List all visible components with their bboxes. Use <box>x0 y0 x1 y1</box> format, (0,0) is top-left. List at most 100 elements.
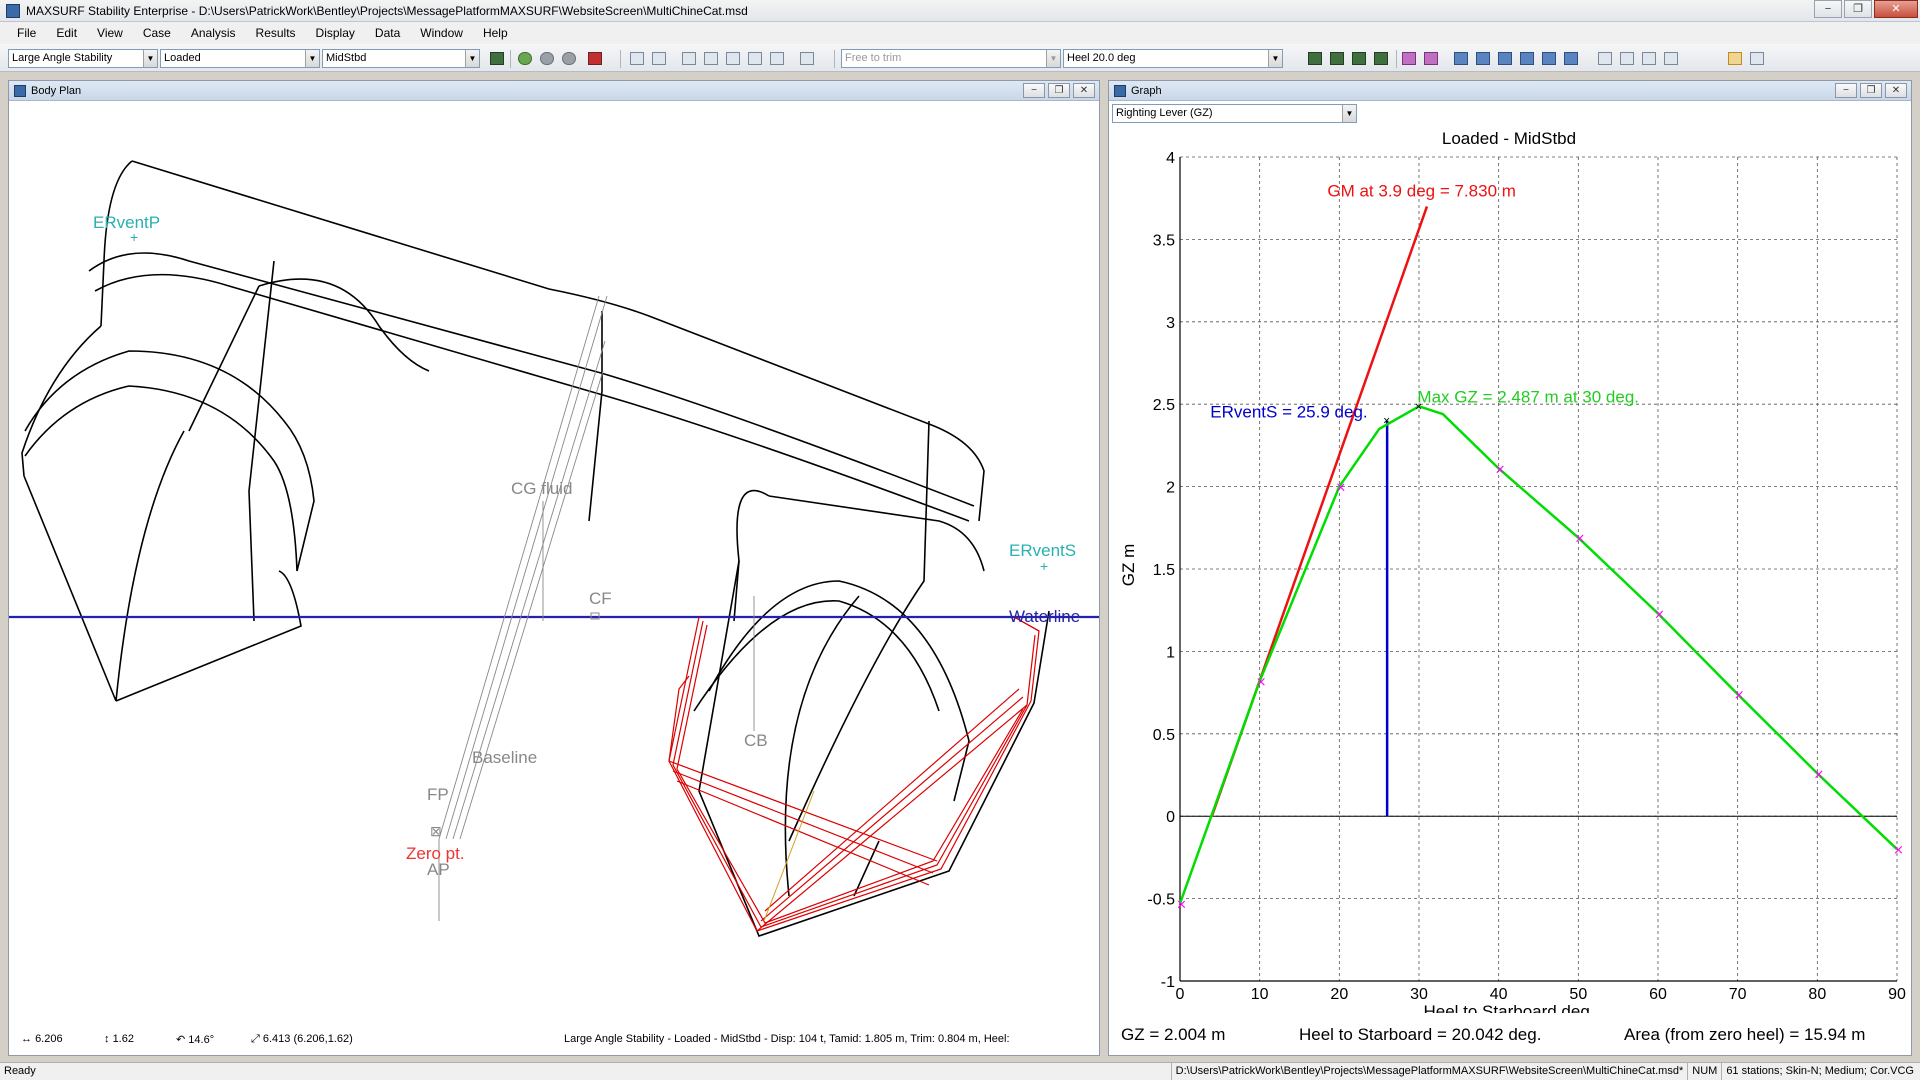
graph-window: Graph − ❐ ✕ Righting Lever (GZ) ▼ 0 10 20 30… <box>1108 80 1912 1056</box>
display-icon[interactable] <box>1564 52 1578 65</box>
status-ready: Ready <box>4 1065 36 1077</box>
graph-close-button[interactable]: ✕ <box>1885 83 1907 98</box>
minimize-button[interactable]: − <box>1814 0 1842 18</box>
rows-icon[interactable] <box>726 52 740 65</box>
view-icon[interactable] <box>1352 52 1366 65</box>
view-icon[interactable] <box>1374 52 1388 65</box>
body-plan-maximize-button[interactable]: ❐ <box>1048 83 1070 98</box>
origin-marker: ⊠ <box>430 823 442 839</box>
recalc-icon[interactable] <box>490 52 504 65</box>
angle-value: 14.6° <box>188 1034 215 1046</box>
chart-ylabel: GZ m <box>1119 544 1138 587</box>
toolbar: Large Angle Stability ▼ Loaded ▼ MidStbd ▼ … <box>0 44 1920 72</box>
angle-readout: ↶ 14.6° <box>176 1033 214 1046</box>
y-tick-label: 0 <box>1166 809 1175 826</box>
options-icon[interactable] <box>1750 52 1764 65</box>
close-button[interactable]: ✕ <box>1874 0 1918 18</box>
menu-case[interactable]: Case <box>140 24 174 42</box>
y-tick-label: 3.5 <box>1153 232 1175 249</box>
toolbar-separator <box>1396 50 1397 68</box>
y-tick-label: 2 <box>1166 480 1175 497</box>
window-icon[interactable] <box>1664 52 1678 65</box>
y-tick-label: 0.5 <box>1153 727 1175 744</box>
x-tick-label: 10 <box>1251 986 1269 1003</box>
menu-help[interactable]: Help <box>480 24 511 42</box>
body-plan-minimize-button[interactable]: − <box>1023 83 1045 98</box>
menu-bar: File Edit View Case Analysis Results Dis… <box>0 22 1920 44</box>
display-icon[interactable] <box>1520 52 1534 65</box>
graph-type-value: Righting Lever (GZ) <box>1116 107 1213 119</box>
window-icon[interactable] <box>1620 52 1634 65</box>
report-icon[interactable] <box>800 52 814 65</box>
x-tick-label: 80 <box>1808 986 1826 1003</box>
graph-mode-icon[interactable] <box>1728 52 1742 65</box>
body-plan-titlebar: Body Plan − ❐ ✕ <box>9 81 1099 101</box>
display-icon[interactable] <box>1424 52 1438 65</box>
fluid-mode-select[interactable]: MidStbd ▼ <box>322 49 480 68</box>
maximize-button[interactable]: ❐ <box>1844 0 1872 18</box>
window-icon[interactable] <box>1642 52 1656 65</box>
ervent-p-marker: + <box>130 229 138 245</box>
menu-results[interactable]: Results <box>253 24 299 42</box>
y-tick-label: 3 <box>1166 315 1175 332</box>
display-icon[interactable] <box>1454 52 1468 65</box>
chart-annotations: GM at 3.9 deg = 7.830 m ERventS = 25.9 de… <box>1210 182 1639 422</box>
table-icon[interactable] <box>630 52 644 65</box>
chart-xlabel: Heel to Starboard deg. <box>1423 1002 1594 1013</box>
display-icon[interactable] <box>1542 52 1556 65</box>
menu-window[interactable]: Window <box>417 24 466 42</box>
ervent-s-marker: + <box>1040 558 1048 574</box>
graph-maximize-button[interactable]: ❐ <box>1860 83 1882 98</box>
y-tick-label: -1 <box>1161 974 1175 991</box>
body-plan-close-button[interactable]: ✕ <box>1073 83 1095 98</box>
menu-file[interactable]: File <box>14 24 39 42</box>
toolbar-separator <box>834 50 835 68</box>
data-point-marker: × <box>1256 675 1267 690</box>
table-icon[interactable] <box>652 52 666 65</box>
menu-display[interactable]: Display <box>313 24 358 42</box>
status-num: NUM <box>1687 1063 1721 1080</box>
display-icon[interactable] <box>1498 52 1512 65</box>
analysis-type-select[interactable]: Large Angle Stability ▼ <box>8 49 158 68</box>
data-point-marker: × <box>1495 462 1506 477</box>
angle-icon: ↶ <box>176 1034 189 1046</box>
criteria-icon[interactable] <box>588 52 602 65</box>
rows-icon[interactable] <box>770 52 784 65</box>
menu-edit[interactable]: Edit <box>53 24 80 42</box>
body-plan-canvas[interactable]: ERventP + ERventS + CG fluid CF Waterlin… <box>9 101 1099 1031</box>
sort-icon[interactable] <box>682 52 696 65</box>
area-readout: Area (from zero heel) = 15.94 m <box>1624 1025 1866 1044</box>
stop-analysis-icon[interactable] <box>562 52 576 65</box>
status-info: 61 stations; Skin-N; Medium; Cor.VCG <box>1721 1063 1918 1080</box>
cf-label: CF <box>589 589 612 608</box>
chart-annotation: Max GZ = 2.487 m at 30 deg. <box>1417 388 1639 407</box>
trim-mode-select[interactable]: Free to trim ▼ <box>841 49 1061 68</box>
rows-icon[interactable] <box>748 52 762 65</box>
heel-select[interactable]: Heel 20.0 deg ▼ <box>1063 49 1283 68</box>
waterline-label: Waterline <box>1009 607 1080 626</box>
width-readout: ↔ 6.206 <box>21 1033 63 1045</box>
gz-chart[interactable]: 0 10 20 30 40 50 60 70 80 90 -1 -0.5 0 0.5 1 1.5 2 2.5 3 3.… <box>1109 125 1911 1013</box>
heel-arm-line <box>763 790 815 922</box>
loadcase-select[interactable]: Loaded ▼ <box>160 49 320 68</box>
graph-minimize-button[interactable]: − <box>1835 83 1857 98</box>
graph-type-select[interactable]: Righting Lever (GZ) ▼ <box>1112 104 1357 123</box>
y-tick-label: 1.5 <box>1153 562 1175 579</box>
window-icon[interactable] <box>1598 52 1612 65</box>
menu-data[interactable]: Data <box>372 24 403 42</box>
menu-analysis[interactable]: Analysis <box>188 24 239 42</box>
start-analysis-icon[interactable] <box>518 52 532 65</box>
data-point-marker: × <box>1734 688 1745 703</box>
columns-icon[interactable] <box>704 52 718 65</box>
gz-readout: GZ = 2.004 m <box>1121 1025 1226 1044</box>
display-icon[interactable] <box>1476 52 1490 65</box>
view-icon[interactable] <box>1308 52 1322 65</box>
view-icon[interactable] <box>1330 52 1344 65</box>
menu-view[interactable]: View <box>94 24 126 42</box>
body-plan-icon <box>14 84 26 97</box>
pause-analysis-icon[interactable] <box>540 52 554 65</box>
x-tick-label: 30 <box>1410 986 1428 1003</box>
x-tick-label: 90 <box>1888 986 1906 1003</box>
display-icon[interactable] <box>1402 52 1416 65</box>
graph-controls: − ❐ ✕ <box>1832 83 1907 98</box>
